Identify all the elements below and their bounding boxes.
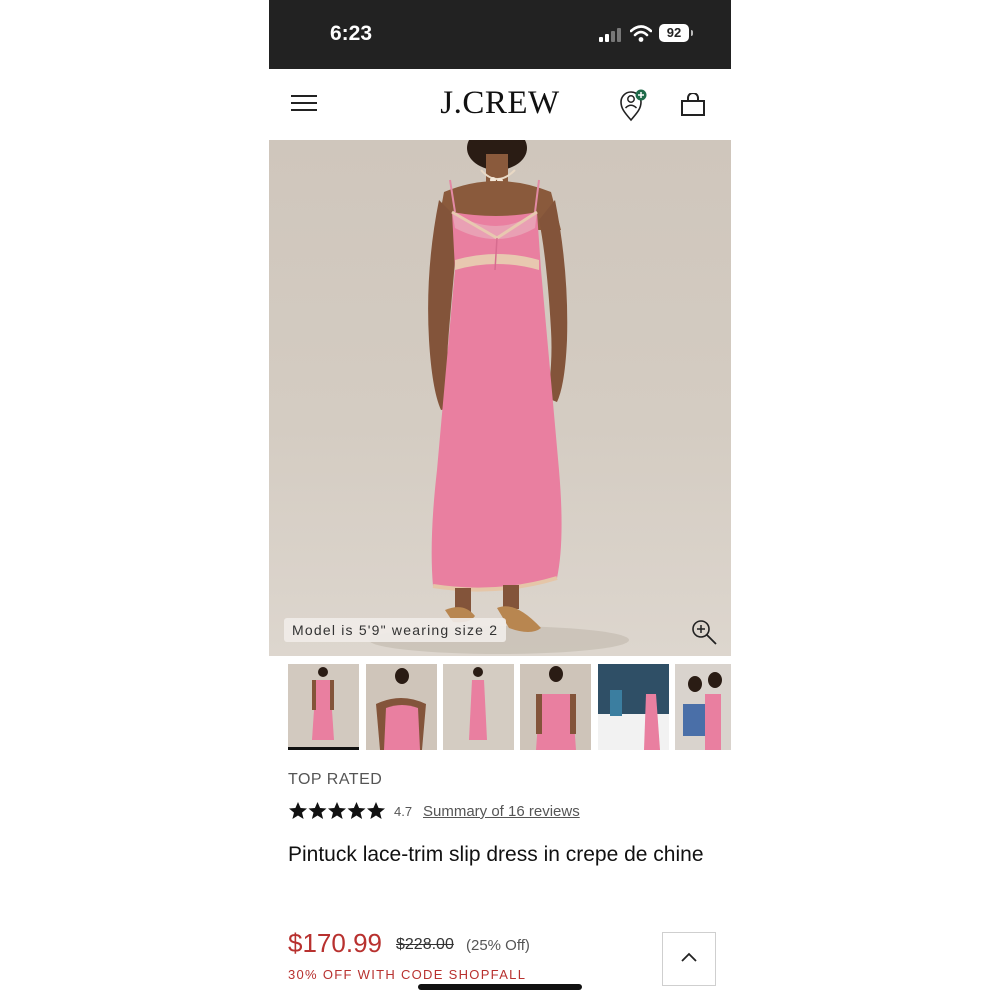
sale-price: $170.99 (288, 928, 382, 958)
thumbnail-3[interactable] (443, 664, 514, 750)
battery-icon: 92 (659, 24, 693, 42)
thumbnail-1[interactable] (288, 664, 359, 750)
promo-code-text: 30% OFF WITH CODE SHOPFALL (288, 967, 527, 982)
thumbnail-strip (288, 664, 731, 752)
thumbnail-4[interactable] (520, 664, 591, 750)
product-photo (369, 140, 629, 654)
back-to-top-button[interactable] (662, 932, 716, 986)
status-time: 6:23 (330, 22, 373, 45)
thumbnail-5[interactable] (598, 664, 669, 750)
shopping-bag-icon[interactable] (680, 93, 706, 117)
model-size-caption: Model is 5'9" wearing size 2 (284, 618, 507, 642)
phone-screen: 6:23 92 J.CREW Model is 5'9" wearing siz… (269, 0, 731, 1000)
rating-value: 4.7 (394, 804, 413, 819)
thumbnail-6[interactable] (675, 664, 731, 750)
brand-logo[interactable]: J.CREW (269, 85, 731, 122)
chevron-up-icon (681, 952, 697, 962)
site-header: J.CREW (269, 69, 731, 140)
discount-percent: (25% Off) (466, 937, 530, 954)
home-indicator[interactable] (418, 984, 582, 990)
zoom-in-icon[interactable] (690, 618, 718, 646)
wifi-icon (630, 25, 652, 42)
account-icon[interactable] (618, 88, 648, 122)
top-rated-badge: TOP RATED (288, 771, 383, 788)
product-image[interactable]: Model is 5'9" wearing size 2 (269, 140, 731, 656)
thumbnail-2[interactable] (366, 664, 437, 750)
product-title: Pintuck lace-trim slip dress in crepe de… (288, 843, 704, 866)
reviews-summary-link[interactable]: Summary of 16 reviews (423, 803, 580, 820)
star-rating-icon (289, 802, 385, 819)
signal-icon (599, 28, 623, 42)
status-bar: 6:23 92 (269, 0, 731, 69)
original-price: $228.00 (396, 936, 454, 953)
